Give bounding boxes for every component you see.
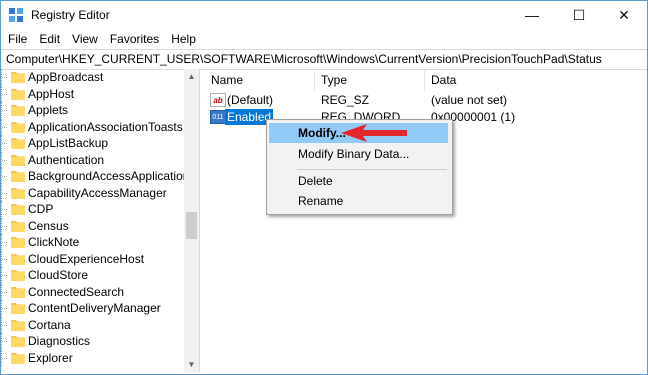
menu-help[interactable]: Help: [166, 29, 201, 49]
folder-icon: [11, 352, 25, 364]
folder-icon: [11, 154, 25, 166]
value-name: (Default): [227, 93, 274, 107]
menu-separator: [297, 169, 447, 170]
menu-bar: File Edit View Favorites Help: [1, 29, 647, 49]
folder-icon: [11, 237, 25, 248]
minimize-button[interactable]: —: [509, 1, 555, 29]
folder-icon: [11, 220, 25, 232]
tree-item-label: AppHost: [28, 86, 75, 101]
tree-item-label: ConnectedSearch: [28, 284, 125, 299]
tree-item-label: Diagnostics: [28, 334, 91, 348]
tree-item-label: CapabilityAccessManager: [28, 185, 167, 200]
column-header-name[interactable]: Name: [205, 69, 315, 91]
window-title: Registry Editor: [31, 8, 110, 22]
tree-item-label: Authentication: [28, 152, 105, 167]
tree-item-label: Census: [28, 218, 69, 233]
ab-string-icon: ab: [210, 93, 226, 107]
tree-item-label: ClickNote: [28, 235, 80, 249]
folder-icon: [11, 105, 25, 116]
column-header-data[interactable]: Data: [425, 69, 647, 91]
folder-icon: [11, 88, 25, 100]
tree-item-label: Applets: [28, 103, 69, 117]
maximize-button[interactable]: ☐: [556, 1, 602, 29]
folder-icon: [11, 253, 25, 265]
scroll-down-icon[interactable]: ▼: [184, 357, 199, 372]
address-path[interactable]: Computer\HKEY_CURRENT_USER\SOFTWARE\Micr…: [6, 52, 602, 66]
tree-item[interactable]: ClickNote: [1, 234, 184, 250]
menu-favorites[interactable]: Favorites: [105, 29, 164, 49]
scroll-up-icon[interactable]: ▲: [184, 69, 199, 84]
tree-item[interactable]: CapabilityAccessManager: [1, 184, 184, 201]
key-tree: AppBroadcast AppHost Applets Application…: [1, 69, 200, 372]
menu-view[interactable]: View: [67, 29, 103, 49]
menu-edit[interactable]: Edit: [34, 29, 65, 49]
values-pane: Name Type Data ab (Default) REG_SZ (valu…: [205, 69, 647, 372]
tree-item[interactable]: ConnectedSearch: [1, 283, 184, 300]
tree-item[interactable]: AppHost: [1, 85, 184, 102]
tree-item[interactable]: CDP: [1, 201, 184, 217]
tree-item[interactable]: CloudStore: [1, 267, 184, 283]
tree-item-label: ApplicationAssociationToasts: [28, 119, 183, 134]
title-bar[interactable]: Registry Editor — ☐ ✕: [1, 1, 647, 29]
tree-item[interactable]: CloudExperienceHost: [1, 250, 184, 267]
pointer-arrow-icon: [341, 124, 407, 142]
tree-item-label: CloudExperienceHost: [28, 251, 145, 266]
tree-item[interactable]: Diagnostics: [1, 333, 184, 349]
tree-item[interactable]: Explorer: [1, 349, 184, 366]
tree-scrollbar[interactable]: ▲ ▼: [184, 69, 199, 372]
registry-editor-window: Registry Editor — ☐ ✕ File Edit View Fav…: [0, 0, 648, 375]
folder-icon: [11, 319, 25, 331]
tree-item-label: Explorer: [28, 350, 73, 365]
address-bar[interactable]: Computer\HKEY_CURRENT_USER\SOFTWARE\Micr…: [1, 49, 647, 70]
tree-item-label: CloudStore: [28, 268, 89, 282]
menu-item-rename[interactable]: Rename: [269, 191, 448, 211]
folder-icon: [11, 336, 25, 347]
value-data: (value not set): [431, 93, 508, 107]
tree-item[interactable]: Authentication: [1, 151, 184, 168]
folder-icon: [11, 204, 25, 215]
folder-icon: [11, 270, 25, 281]
folder-icon: [11, 286, 25, 298]
value-row[interactable]: ab (Default) REG_SZ (value not set): [205, 92, 647, 109]
minimize-icon: —: [525, 7, 539, 23]
tree-item[interactable]: AppBroadcast: [1, 69, 184, 85]
menu-item-delete[interactable]: Delete: [269, 171, 448, 191]
close-button[interactable]: ✕: [601, 1, 647, 29]
tree-item-label: AppListBackup: [28, 136, 109, 150]
folder-icon: [11, 171, 25, 182]
tree-item-label: AppBroadcast: [28, 70, 104, 84]
tree-item[interactable]: Applets: [1, 102, 184, 118]
registry-app-icon: [9, 8, 23, 22]
folder-icon: [11, 121, 25, 133]
tree-item[interactable]: Cortana: [1, 316, 184, 333]
column-header-type[interactable]: Type: [315, 69, 425, 91]
scroll-thumb[interactable]: [186, 212, 197, 239]
tree-item-label: Cortana: [28, 317, 71, 332]
folder-icon: [11, 187, 25, 199]
tree-item[interactable]: ContentDeliveryManager: [1, 300, 184, 316]
folder-icon: [11, 138, 25, 149]
folder-icon: [11, 72, 25, 83]
menu-item-modify-binary[interactable]: Modify Binary Data...: [269, 144, 448, 164]
close-icon: ✕: [618, 6, 630, 23]
menu-file[interactable]: File: [3, 29, 32, 49]
value-type: REG_SZ: [321, 93, 370, 107]
binary-dword-icon: 011: [210, 110, 226, 124]
folder-icon: [11, 303, 25, 314]
tree-item-label: BackgroundAccessApplications: [28, 169, 196, 183]
maximize-icon: ☐: [572, 6, 586, 23]
tree-item-label: ContentDeliveryManager: [28, 301, 161, 315]
tree-item[interactable]: Census: [1, 217, 184, 234]
tree-item[interactable]: AppListBackup: [1, 135, 184, 151]
tree-item[interactable]: ApplicationAssociationToasts: [1, 118, 184, 135]
tree-item[interactable]: BackgroundAccessApplications: [1, 168, 195, 184]
tree-item-label: CDP: [28, 202, 54, 216]
